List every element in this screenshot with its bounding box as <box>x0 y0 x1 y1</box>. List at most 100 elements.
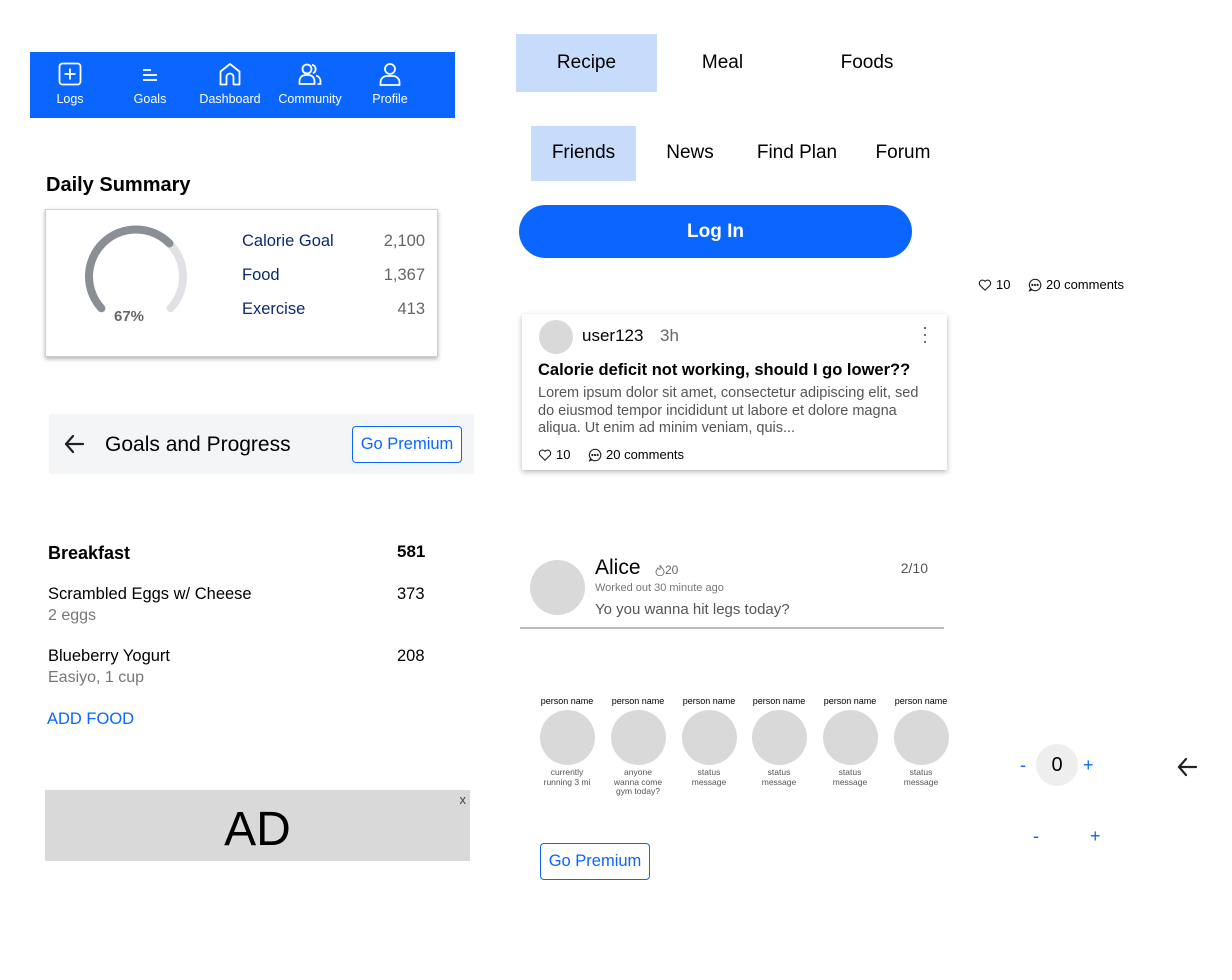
person-status: currently running 3 mi <box>543 767 591 787</box>
stepper-value: 0 <box>1036 744 1078 786</box>
tab-meal[interactable]: Meal <box>657 34 788 92</box>
streak-badge: 20 <box>655 563 678 577</box>
heart-icon <box>538 449 552 461</box>
message-row[interactable]: Alice 20 2/10 Worked out 30 minute ago Y… <box>520 550 944 629</box>
avatar[interactable] <box>751 710 807 765</box>
back-arrow-icon[interactable] <box>63 433 85 455</box>
avatar[interactable] <box>681 710 737 765</box>
tab-news[interactable]: News <box>640 126 740 181</box>
person-name: person name <box>894 696 948 706</box>
post-likes[interactable]: 10 <box>538 447 570 462</box>
goals-lines-icon <box>143 69 157 81</box>
summary-label: Calorie Goal <box>242 232 334 250</box>
avatar[interactable] <box>530 560 585 615</box>
go-premium-button[interactable]: Go Premium <box>352 426 462 463</box>
summary-row-exercise: Exercise 413 <box>242 300 425 319</box>
message-date: 2/10 <box>900 560 928 576</box>
person-status: status message <box>903 767 939 787</box>
avatar[interactable] <box>893 710 949 765</box>
avatar[interactable] <box>822 710 878 765</box>
go-premium-button[interactable]: Go Premium <box>540 843 650 880</box>
ad-text: AD <box>224 803 291 856</box>
nav-item-logs[interactable]: Logs <box>30 52 110 118</box>
more-options-icon[interactable]: · · · <box>920 318 930 350</box>
nav-item-goals[interactable]: Goals <box>110 52 190 118</box>
avatar[interactable] <box>539 710 595 765</box>
message-subtitle: Worked out 30 minute ago <box>595 582 724 594</box>
nav-label: Community <box>278 92 342 106</box>
post-comments[interactable]: 20 comments <box>588 447 684 462</box>
post-username[interactable]: user123 <box>582 326 643 346</box>
tab-find-plan[interactable]: Find Plan <box>752 126 842 181</box>
back-arrow-icon[interactable] <box>1176 756 1198 778</box>
tab-forum[interactable]: Forum <box>858 126 948 181</box>
add-food-link[interactable]: ADD FOOD <box>47 710 134 729</box>
likes-count: 10 <box>996 277 1011 292</box>
food-item-name[interactable]: Scrambled Eggs w/ Cheese <box>48 585 252 604</box>
streak-count: 20 <box>665 563 679 577</box>
summary-label: Food <box>242 266 280 284</box>
standalone-comments[interactable]: 20 comments <box>1028 277 1124 292</box>
heart-icon <box>978 279 992 291</box>
gauge-percent: 67% <box>114 308 145 325</box>
ad-close-button[interactable]: x <box>460 792 467 807</box>
nav-item-community[interactable]: Community <box>270 52 350 118</box>
meal-title: Breakfast <box>48 543 131 563</box>
ad-banner[interactable]: AD x <box>45 790 470 861</box>
people-icon <box>298 63 322 85</box>
post-title[interactable]: Calorie deficit not working, should I go… <box>538 361 910 380</box>
food-item-calories: 373 <box>397 585 425 603</box>
comments-count: 20 comments <box>606 447 685 462</box>
plus-square-icon <box>58 62 82 86</box>
daily-summary-title: Daily Summary <box>46 174 191 196</box>
goals-header: Goals and Progress Go Premium <box>49 414 474 474</box>
person-name: person name <box>752 696 806 706</box>
stepper-increment[interactable]: + <box>1083 755 1094 776</box>
friend-status-item[interactable]: person name status message <box>744 696 814 787</box>
friend-status-item[interactable]: person name status message <box>815 696 885 787</box>
standalone-likes[interactable]: 10 <box>978 277 1010 292</box>
summary-row-calorie-goal: Calorie Goal 2,100 <box>242 232 425 251</box>
stepper-decrement[interactable]: - <box>1020 755 1026 776</box>
friend-status-item[interactable]: person name status message <box>674 696 744 787</box>
daily-summary-card: 67% Calorie Goal 2,100 Food 1,367 Exerci… <box>45 209 438 357</box>
post-card[interactable]: user123 3h · · · Calorie deficit not worki… <box>522 314 947 470</box>
friend-status-item[interactable]: person name currently running 3 mi <box>532 696 602 787</box>
post-body: Lorem ipsum dolor sit amet, consectetur … <box>538 385 919 436</box>
bottom-nav: Logs Goals Dashboard Community Profile <box>30 52 455 118</box>
summary-value: 2,100 <box>383 232 425 250</box>
food-item-name[interactable]: Blueberry Yogurt <box>48 647 170 666</box>
summary-label: Exercise <box>242 300 306 318</box>
nav-item-dashboard[interactable]: Dashboard <box>190 52 270 118</box>
tab-recipe[interactable]: Recipe <box>516 34 657 92</box>
stepper-decrement-small[interactable]: - <box>1033 826 1039 847</box>
home-icon <box>219 63 241 86</box>
person-name: person name <box>682 696 736 706</box>
message-text: Yo you wanna hit legs today? <box>595 601 790 618</box>
tab-friends[interactable]: Friends <box>531 126 636 181</box>
summary-value: 413 <box>397 300 425 318</box>
friend-status-item[interactable]: person name anyone wanna come gym today? <box>603 696 673 797</box>
nav-label: Goals <box>133 92 167 106</box>
food-item-calories: 208 <box>397 647 425 665</box>
login-button[interactable]: Log In <box>519 205 912 258</box>
comment-icon <box>1028 278 1042 292</box>
avatar[interactable] <box>610 710 666 765</box>
stepper-increment-small[interactable]: + <box>1090 826 1101 847</box>
post-time: 3h <box>660 326 679 345</box>
person-status: anyone wanna come gym today? <box>613 767 663 796</box>
summary-row-food: Food 1,367 <box>242 266 425 285</box>
food-item-detail: 2 eggs <box>48 607 97 624</box>
avatar[interactable] <box>539 320 573 354</box>
nav-label: Logs <box>56 92 84 106</box>
tab-foods[interactable]: Foods <box>798 34 936 92</box>
friend-status-item[interactable]: person name status message <box>886 696 956 787</box>
person-status: status message <box>761 767 797 787</box>
person-status: status message <box>691 767 727 787</box>
person-icon <box>379 63 401 86</box>
nav-item-profile[interactable]: Profile <box>350 52 430 118</box>
nav-label: Dashboard <box>199 92 261 106</box>
likes-count: 10 <box>556 447 571 462</box>
comments-count: 20 comments <box>1046 277 1125 292</box>
gauge-progress <box>85 225 187 313</box>
